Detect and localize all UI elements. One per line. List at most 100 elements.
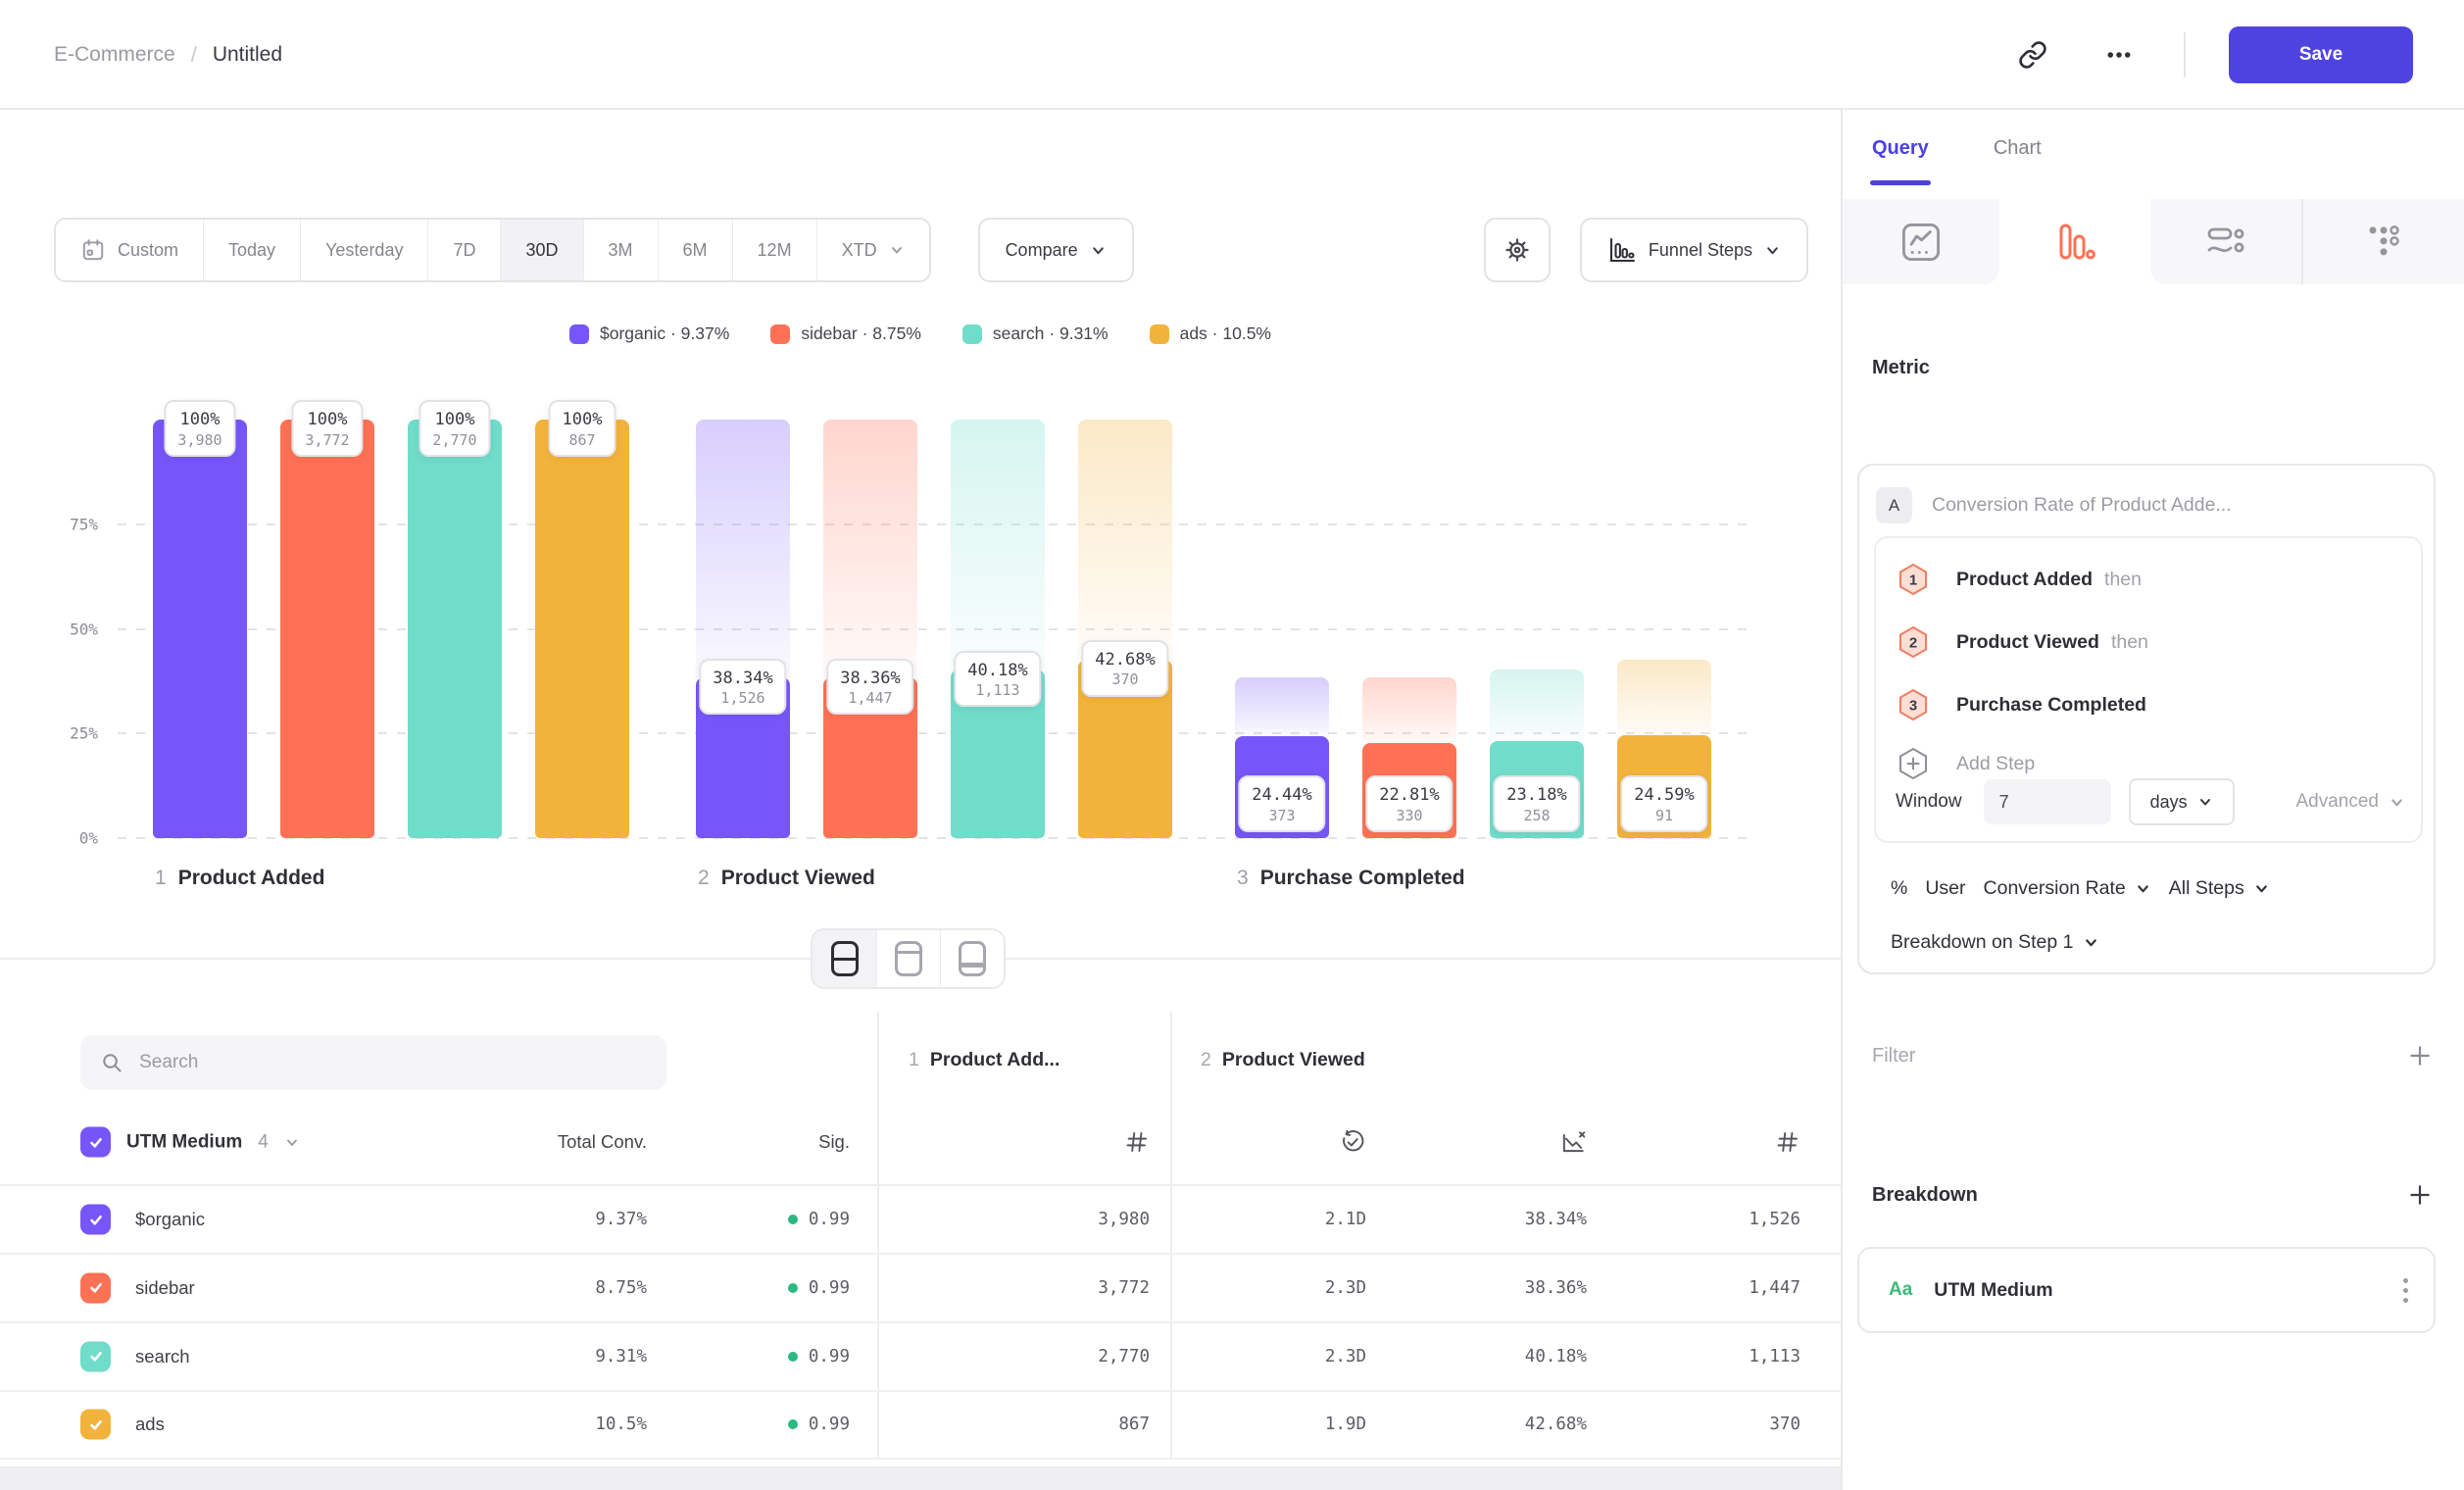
avg-time-to-convert: 2.3D bbox=[1325, 1347, 1366, 1366]
step1-count: 867 bbox=[1118, 1415, 1150, 1434]
split-bottom-icon bbox=[959, 941, 986, 976]
save-button[interactable]: Save bbox=[2229, 26, 2413, 83]
measurement-row: % User Conversion Rate All Steps bbox=[1891, 877, 2270, 900]
time-to-convert-icon[interactable] bbox=[1339, 1128, 1366, 1156]
bar-ads-step3[interactable]: 24.59%91 bbox=[1617, 420, 1711, 838]
query-step-3[interactable]: 3Purchase Completed bbox=[1876, 673, 2421, 736]
query-step-2[interactable]: 2Product Viewedthen bbox=[1876, 611, 2421, 673]
conversion-window-row: Window days Advanced bbox=[1896, 778, 2405, 825]
add-filter-button[interactable] bbox=[2407, 1043, 2433, 1068]
counting-method[interactable]: User bbox=[1925, 877, 1965, 900]
chevron-down-icon bbox=[2253, 880, 2270, 897]
tab-insights[interactable] bbox=[1843, 199, 1999, 284]
bar-search-step2[interactable]: 40.18%1,113 bbox=[951, 420, 1045, 838]
tab-query[interactable]: Query bbox=[1872, 137, 1929, 174]
bar-organic-step1[interactable]: 100%3,980 bbox=[153, 420, 247, 838]
svg-text:3: 3 bbox=[1909, 698, 1917, 715]
group-step-title: Product Viewed bbox=[1222, 1049, 1365, 1071]
steps-scope-select[interactable]: All Steps bbox=[2169, 877, 2270, 900]
advanced-toggle[interactable]: Advanced bbox=[2295, 791, 2405, 813]
bar-count: 373 bbox=[1252, 807, 1311, 826]
breadcrumb-project[interactable]: E-Commerce bbox=[54, 43, 175, 67]
bar-ads-step2[interactable]: 42.68%370 bbox=[1078, 420, 1172, 838]
breadcrumb-report-title[interactable]: Untitled bbox=[213, 43, 282, 67]
significance-value: 0.99 bbox=[809, 1278, 850, 1298]
row-checkbox[interactable] bbox=[80, 1341, 111, 1371]
converted-users-bar bbox=[408, 420, 502, 838]
significance-value: 0.99 bbox=[809, 1415, 850, 1434]
bar-value-label: 40.18%1,113 bbox=[954, 651, 1041, 708]
bar-count: 91 bbox=[1634, 807, 1694, 826]
total-conversion-value: 9.31% bbox=[595, 1347, 647, 1366]
row-checkbox[interactable] bbox=[80, 1205, 111, 1235]
group-step-number: 1 bbox=[909, 1049, 919, 1071]
retention-icon bbox=[2362, 221, 2405, 264]
svg-text:2: 2 bbox=[1909, 635, 1917, 652]
row-checkbox[interactable] bbox=[80, 1410, 111, 1440]
sig-header[interactable]: Sig. bbox=[818, 1131, 850, 1153]
bar-pct: 100% bbox=[305, 409, 349, 430]
conversion-trend-icon[interactable] bbox=[1559, 1128, 1587, 1156]
table-row-organic[interactable]: $organic9.37%0.993,9802.1D38.34%1,526 bbox=[0, 1186, 1841, 1255]
step1-count: 3,772 bbox=[1098, 1278, 1150, 1298]
flows-icon bbox=[2204, 221, 2247, 264]
bar-pct: 38.34% bbox=[713, 668, 772, 689]
breakdown-column-header[interactable]: UTM Medium 4 bbox=[80, 1127, 300, 1158]
bar-ads-step1[interactable]: 100%867 bbox=[535, 420, 629, 838]
select-all-checkbox[interactable] bbox=[80, 1127, 111, 1158]
measurement-select[interactable]: Conversion Rate bbox=[1984, 877, 2151, 900]
bar-value-label: 100%3,772 bbox=[291, 400, 363, 457]
window-unit-select[interactable]: days bbox=[2129, 778, 2235, 825]
segment-name: search bbox=[135, 1346, 190, 1367]
hexagon-step-icon: 3 bbox=[1896, 687, 1931, 722]
significance-cell: 0.99 bbox=[788, 1415, 850, 1434]
step2-conversion-pct: 42.68% bbox=[1525, 1415, 1587, 1434]
bar-organic-step3[interactable]: 24.44%373 bbox=[1235, 420, 1329, 838]
layout-split-top-button[interactable] bbox=[876, 930, 940, 987]
bar-value-label: 42.68%370 bbox=[1081, 640, 1168, 697]
hash-icon[interactable] bbox=[1123, 1129, 1150, 1156]
share-link-icon[interactable] bbox=[2011, 33, 2054, 76]
bar-count: 1,113 bbox=[967, 681, 1027, 701]
lost-users-ghost-bar bbox=[1235, 677, 1329, 735]
breakdown-property-card[interactable]: Aa UTM Medium bbox=[1857, 1247, 2436, 1333]
tab-funnels[interactable] bbox=[1999, 199, 2150, 284]
split-top-icon bbox=[895, 941, 922, 976]
bar-sidebar-step3[interactable]: 22.81%330 bbox=[1362, 420, 1456, 838]
add-breakdown-button[interactable] bbox=[2407, 1182, 2433, 1208]
bar-sidebar-step1[interactable]: 100%3,772 bbox=[280, 420, 374, 838]
step2-conversion-pct: 40.18% bbox=[1525, 1347, 1587, 1366]
breakdown-column-label: UTM Medium bbox=[126, 1131, 242, 1153]
step-label-2: 2Product Viewed bbox=[698, 867, 875, 890]
bar-search-step3[interactable]: 23.18%258 bbox=[1490, 420, 1584, 838]
metric-heading: Metric bbox=[1872, 357, 1930, 379]
search-input[interactable] bbox=[139, 1052, 647, 1073]
funnel-icon bbox=[2053, 221, 2096, 264]
bar-pct: 42.68% bbox=[1095, 649, 1155, 670]
metric-summary[interactable]: A Conversion Rate of Product Adde... bbox=[1876, 487, 2405, 523]
layout-split-middle-button[interactable] bbox=[813, 930, 876, 987]
kebab-icon[interactable] bbox=[2403, 1278, 2408, 1303]
bar-value-label: 24.44%373 bbox=[1238, 775, 1325, 832]
tab-chart[interactable]: Chart bbox=[1994, 137, 2042, 174]
total-conv-header[interactable]: Total Conv. bbox=[558, 1131, 647, 1153]
table-row-sidebar[interactable]: sidebar8.75%0.993,7722.3D38.36%1,447 bbox=[0, 1255, 1841, 1323]
query-step-1[interactable]: 1Product Addedthen bbox=[1876, 548, 2421, 611]
table-row-search[interactable]: search9.31%0.992,7702.3D40.18%1,113 bbox=[0, 1323, 1841, 1392]
breakdown-on-step-select[interactable]: Breakdown on Step 1 bbox=[1891, 931, 2099, 954]
bar-search-step1[interactable]: 100%2,770 bbox=[408, 420, 502, 838]
bar-organic-step2[interactable]: 38.34%1,526 bbox=[696, 420, 790, 838]
counting-method-label: User bbox=[1925, 877, 1965, 900]
tab-flows[interactable] bbox=[2150, 199, 2303, 284]
bar-count: 1,447 bbox=[840, 689, 900, 709]
bar-sidebar-step2[interactable]: 38.36%1,447 bbox=[823, 420, 917, 838]
layout-split-bottom-button[interactable] bbox=[940, 930, 1004, 987]
more-menu-icon[interactable] bbox=[2097, 33, 2141, 76]
funnel-step-group-3: 24.44%373 22.81%330 23.18%258 24.59%91 bbox=[1235, 420, 1711, 838]
window-value-input[interactable] bbox=[1984, 779, 2111, 824]
hash-icon[interactable] bbox=[1774, 1129, 1800, 1156]
chevron-down-icon bbox=[2389, 794, 2405, 811]
tab-retention[interactable] bbox=[2303, 199, 2464, 284]
table-row-ads[interactable]: ads10.5%0.998671.9D42.68%370 bbox=[0, 1391, 1841, 1460]
row-checkbox[interactable] bbox=[80, 1272, 111, 1303]
